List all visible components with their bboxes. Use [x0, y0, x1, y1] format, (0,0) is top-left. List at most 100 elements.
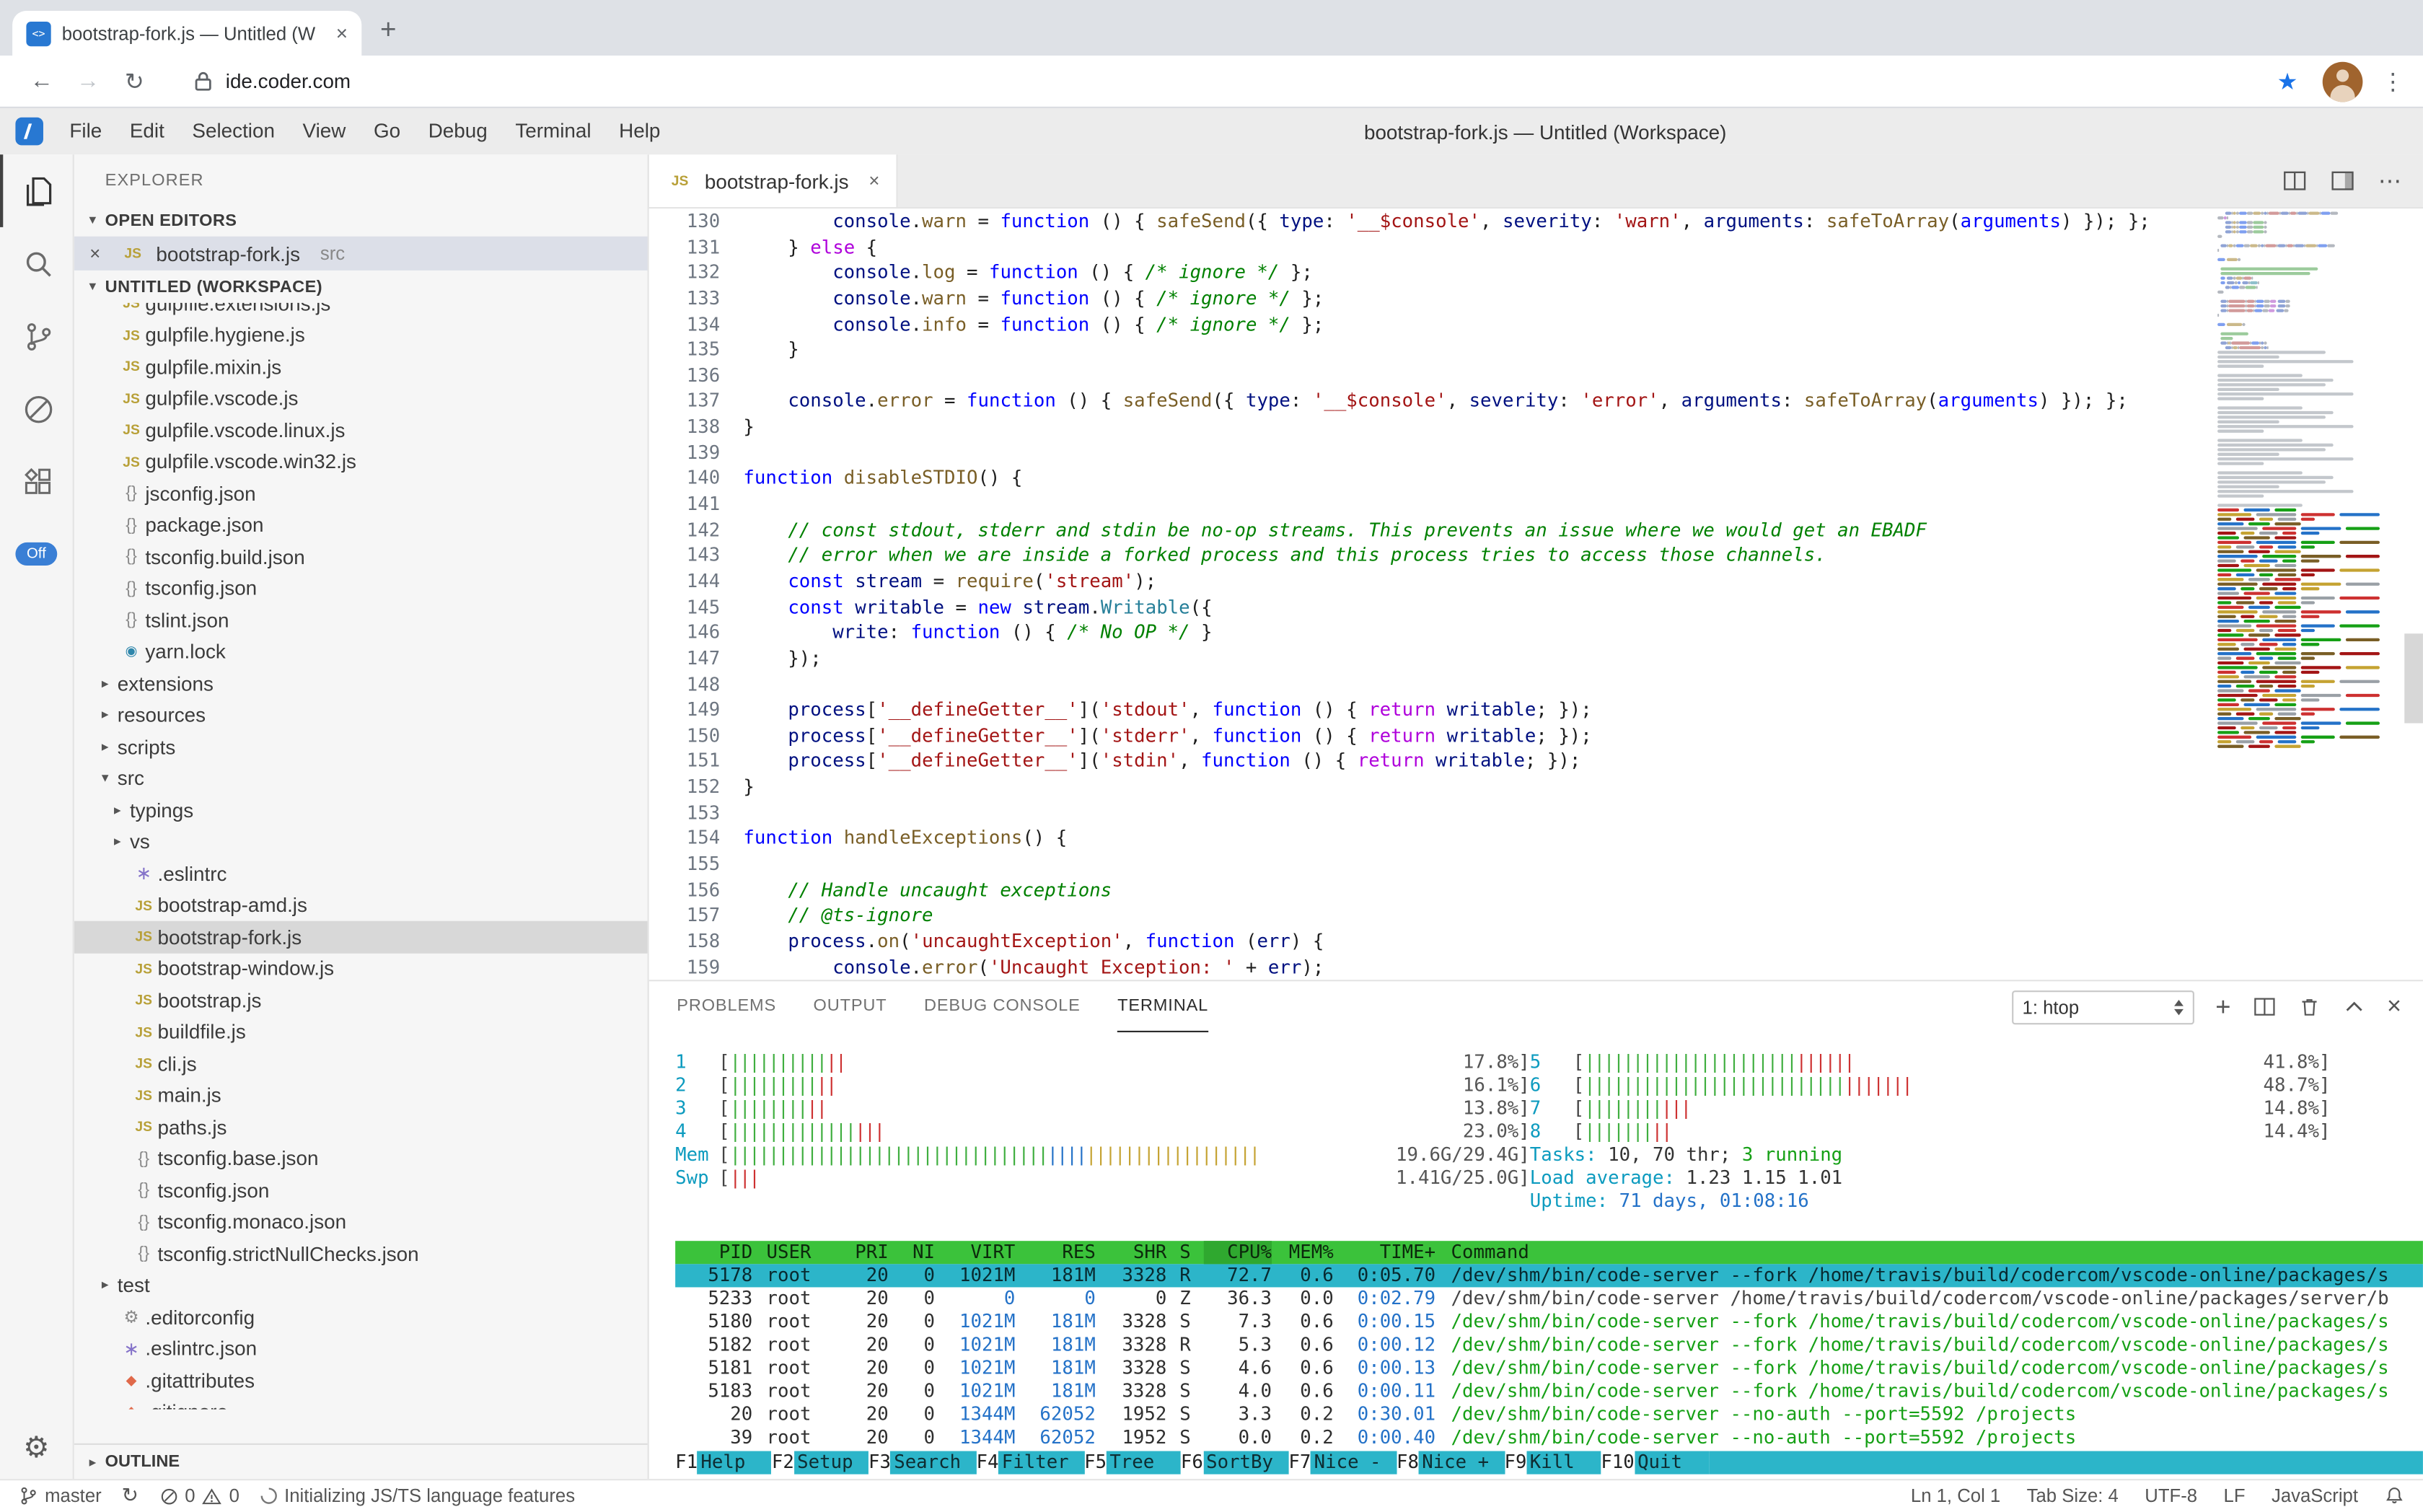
menubar-item-edit[interactable]: Edit [116, 108, 179, 154]
menubar-item-debug[interactable]: Debug [414, 108, 501, 154]
back-icon[interactable]: ← [19, 68, 65, 94]
minimap[interactable] [2217, 211, 2403, 976]
panel-tab-output[interactable]: OUTPUT [814, 981, 887, 1032]
tree-item[interactable]: JSbootstrap-window.js [74, 953, 648, 985]
fnkey-action[interactable]: SortBy [1203, 1451, 1289, 1474]
tree-item[interactable]: JSgulpfile.hygiene.js [74, 319, 648, 351]
tree-item[interactable]: {}tslint.json [74, 605, 648, 636]
process-row[interactable]: 5181root2001021M181M3328S4.60.60:00.13/d… [675, 1357, 2423, 1380]
tree-item[interactable]: ⚙.editorconfig [74, 1301, 648, 1333]
terminal-view[interactable]: 1[||||||||||||17.8%]2[|||||||||||16.1%]3… [649, 1032, 2423, 1479]
tree-item[interactable]: {}tsconfig.base.json [74, 1143, 648, 1174]
sync-button[interactable]: ↻ [122, 1484, 138, 1508]
explorer-icon[interactable] [0, 154, 74, 227]
new-tab-button[interactable]: + [380, 14, 397, 46]
fnkey-action[interactable]: Nice + [1419, 1451, 1505, 1474]
forward-icon[interactable]: → [65, 68, 111, 94]
tree-item[interactable]: JSgulpfile.vscode.linux.js [74, 414, 648, 446]
tree-item[interactable]: ▾src [74, 762, 648, 794]
notifications-bell-icon[interactable] [2384, 1485, 2404, 1507]
menubar-item-selection[interactable]: Selection [178, 108, 289, 154]
tree-item[interactable]: {}package.json [74, 509, 648, 541]
off-toggle-badge[interactable]: Off [16, 542, 57, 566]
source-control-icon[interactable] [0, 300, 74, 373]
extensions-icon[interactable] [0, 445, 74, 518]
tree-item[interactable]: JScli.js [74, 1047, 648, 1079]
tree-item[interactable]: {}tsconfig.strictNullChecks.json [74, 1238, 648, 1270]
process-row[interactable]: 5183root2001021M181M3328S4.00.60:00.11/d… [675, 1380, 2423, 1403]
maximize-panel-icon[interactable] [2342, 995, 2365, 1019]
tree-item[interactable]: {}tsconfig.json [74, 1174, 648, 1206]
branch-indicator[interactable]: master [19, 1485, 102, 1507]
panel-tab-terminal[interactable]: TERMINAL [1117, 981, 1208, 1032]
tree-item[interactable]: JSpaths.js [74, 1111, 648, 1143]
avatar[interactable] [2323, 61, 2363, 102]
menubar-item-file[interactable]: File [56, 108, 115, 154]
more-actions-icon[interactable]: ⋯ [2378, 170, 2401, 193]
tree-item[interactable]: JSbootstrap.js [74, 985, 648, 1016]
tree-item[interactable]: ▸vs [74, 826, 648, 858]
fnkey-action[interactable]: Search [891, 1451, 977, 1474]
tree-item[interactable]: ▸resources [74, 699, 648, 731]
tree-item[interactable]: JSbootstrap-amd.js [74, 889, 648, 921]
process-row[interactable]: 20root2001344M620521952S3.30.20:30.01/de… [675, 1403, 2423, 1426]
terminal-selector[interactable]: 1: htop [2012, 990, 2194, 1024]
settings-gear-icon[interactable]: ⚙ [23, 1431, 50, 1467]
code-editor[interactable]: 130 console.warn = function () { safeSen… [649, 208, 2423, 980]
tab-close-icon[interactable]: × [869, 170, 879, 192]
encoding[interactable]: UTF-8 [2145, 1485, 2197, 1507]
bookmark-star-icon[interactable]: ★ [2277, 67, 2298, 95]
tree-item[interactable]: ◆.gitattributes [74, 1365, 648, 1397]
fnkey-action[interactable]: Kill [1526, 1451, 1601, 1474]
tree-item[interactable]: ▸typings [74, 794, 648, 826]
cursor-position[interactable]: Ln 1, Col 1 [1911, 1485, 2000, 1507]
process-row[interactable]: 5178root2001021M181M3328R72.70.60:05.70/… [675, 1264, 2423, 1287]
panel-tab-debug-console[interactable]: DEBUG CONSOLE [924, 981, 1081, 1032]
tree-item[interactable]: JSgulpfile.mixin.js [74, 351, 648, 382]
toggle-layout-icon[interactable] [2330, 168, 2354, 193]
kill-terminal-icon[interactable] [2297, 995, 2321, 1019]
tree-item[interactable]: ◆.gitignore [74, 1396, 648, 1409]
indentation[interactable]: Tab Size: 4 [2027, 1485, 2119, 1507]
editor-scrollbar[interactable] [2404, 633, 2423, 723]
outline-section[interactable]: ▸ OUTLINE [74, 1443, 648, 1479]
tree-item[interactable]: ▸test [74, 1270, 648, 1301]
tree-item[interactable]: ∗.eslintrc.json [74, 1333, 648, 1365]
app-logo-icon[interactable] [15, 118, 43, 146]
tree-item[interactable]: ∗.eslintrc [74, 858, 648, 889]
tree-item[interactable]: {}tsconfig.build.json [74, 541, 648, 573]
close-panel-icon[interactable]: × [2387, 995, 2401, 1019]
new-terminal-icon[interactable]: + [2215, 993, 2230, 1019]
close-icon[interactable]: × [89, 242, 110, 264]
tree-item[interactable]: ▸scripts [74, 731, 648, 762]
eol-selector[interactable]: LF [2224, 1485, 2246, 1507]
process-row[interactable]: 5182root2001021M181M3328R5.30.60:00.12/d… [675, 1334, 2423, 1357]
tree-item[interactable]: JSmain.js [74, 1079, 648, 1111]
browser-tab[interactable]: <> bootstrap-fork.js — Untitled (W × [12, 11, 361, 56]
fnkey-action[interactable]: Tree [1107, 1451, 1181, 1474]
tree-item[interactable]: {}jsconfig.json [74, 478, 648, 509]
menubar-item-view[interactable]: View [289, 108, 359, 154]
menubar-item-help[interactable]: Help [605, 108, 674, 154]
tree-item[interactable]: ▸extensions [74, 667, 648, 699]
split-editor-icon[interactable] [2282, 168, 2307, 193]
tree-item[interactable]: JSgulpfile.extensions.js [74, 303, 648, 319]
debug-icon[interactable] [0, 372, 74, 445]
tree-item[interactable]: JSbuildfile.js [74, 1016, 648, 1047]
workspace-header[interactable]: ▾ UNTITLED (WORKSPACE) [74, 271, 648, 303]
tab-close-icon[interactable]: × [336, 22, 348, 45]
search-icon[interactable] [0, 227, 74, 300]
tree-item[interactable]: {}tsconfig.json [74, 573, 648, 605]
open-editor-item[interactable]: × JS bootstrap-fork.js src [74, 237, 648, 271]
tree-item[interactable]: JSgulpfile.vscode.js [74, 382, 648, 414]
fnkey-action[interactable]: Quit [1635, 1451, 1709, 1474]
tree-item[interactable]: ◉yarn.lock [74, 636, 648, 668]
language-mode[interactable]: JavaScript [2272, 1485, 2358, 1507]
tree-item[interactable]: JSgulpfile.vscode.win32.js [74, 446, 648, 478]
menubar-item-go[interactable]: Go [360, 108, 415, 154]
split-terminal-icon[interactable] [2253, 995, 2276, 1019]
fnkey-action[interactable]: Filter [998, 1451, 1084, 1474]
editor-tab[interactable]: JS bootstrap-fork.js × [649, 154, 898, 207]
tree-item[interactable]: {}tsconfig.monaco.json [74, 1206, 648, 1238]
process-row[interactable]: 39root2001344M620521952S0.00.20:00.40/de… [675, 1426, 2423, 1449]
